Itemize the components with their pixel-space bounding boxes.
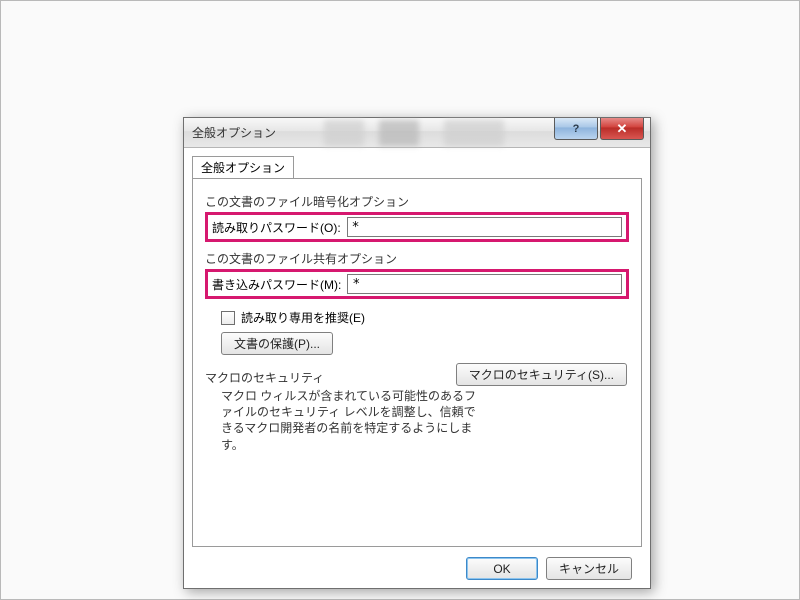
help-button[interactable]: ?	[554, 118, 598, 140]
protect-document-label: 文書の保護(P)...	[234, 335, 320, 352]
readonly-recommended-label: 読み取り専用を推奨(E)	[241, 309, 365, 326]
tabstrip: 全般オプション	[192, 156, 642, 178]
sharing-group-label: この文書のファイル共有オプション	[205, 250, 631, 267]
cancel-label: キャンセル	[559, 560, 619, 577]
macro-description: マクロ ウィルスが含まれている可能性のあるファイルのセキュリティ レベルを調整し…	[221, 388, 481, 453]
tab-label: 全般オプション	[201, 161, 285, 175]
tab-general-options[interactable]: 全般オプション	[192, 156, 294, 179]
readonly-recommended-checkbox[interactable]	[221, 311, 235, 325]
close-icon: ✕	[617, 121, 628, 137]
write-password-row: 書き込みパスワード(M):	[205, 269, 629, 299]
dialog-footer: OK キャンセル	[192, 547, 642, 580]
readonly-recommended-row[interactable]: 読み取り専用を推奨(E)	[221, 309, 631, 326]
read-password-row: 読み取りパスワード(O):	[205, 212, 629, 242]
write-password-input[interactable]	[347, 274, 622, 294]
ok-label: OK	[493, 562, 510, 576]
dialog-body: 全般オプション この文書のファイル暗号化オプション 読み取りパスワード(O): …	[184, 148, 650, 588]
background-blur	[379, 120, 419, 146]
background-blur	[324, 120, 364, 146]
read-password-label: 読み取りパスワード(O):	[212, 219, 341, 236]
ok-button[interactable]: OK	[466, 557, 538, 580]
close-button[interactable]: ✕	[600, 118, 644, 140]
cancel-button[interactable]: キャンセル	[546, 557, 632, 580]
titlebar[interactable]: 全般オプション ? ✕	[184, 118, 650, 148]
background-blur	[444, 120, 504, 146]
tab-page: この文書のファイル暗号化オプション 読み取りパスワード(O): この文書のファイ…	[192, 178, 642, 547]
macro-security-button[interactable]: マクロのセキュリティ(S)...	[456, 363, 627, 386]
dialog-title: 全般オプション	[192, 124, 276, 141]
macro-security-button-label: マクロのセキュリティ(S)...	[469, 366, 614, 383]
encryption-group-label: この文書のファイル暗号化オプション	[205, 193, 631, 210]
read-password-input[interactable]	[347, 217, 622, 237]
protect-document-button[interactable]: 文書の保護(P)...	[221, 332, 333, 355]
help-icon: ?	[573, 123, 580, 135]
general-options-dialog: 全般オプション ? ✕ 全般オプション この文書のファイル暗号化オプション	[183, 117, 651, 589]
write-password-label: 書き込みパスワード(M):	[212, 276, 341, 293]
